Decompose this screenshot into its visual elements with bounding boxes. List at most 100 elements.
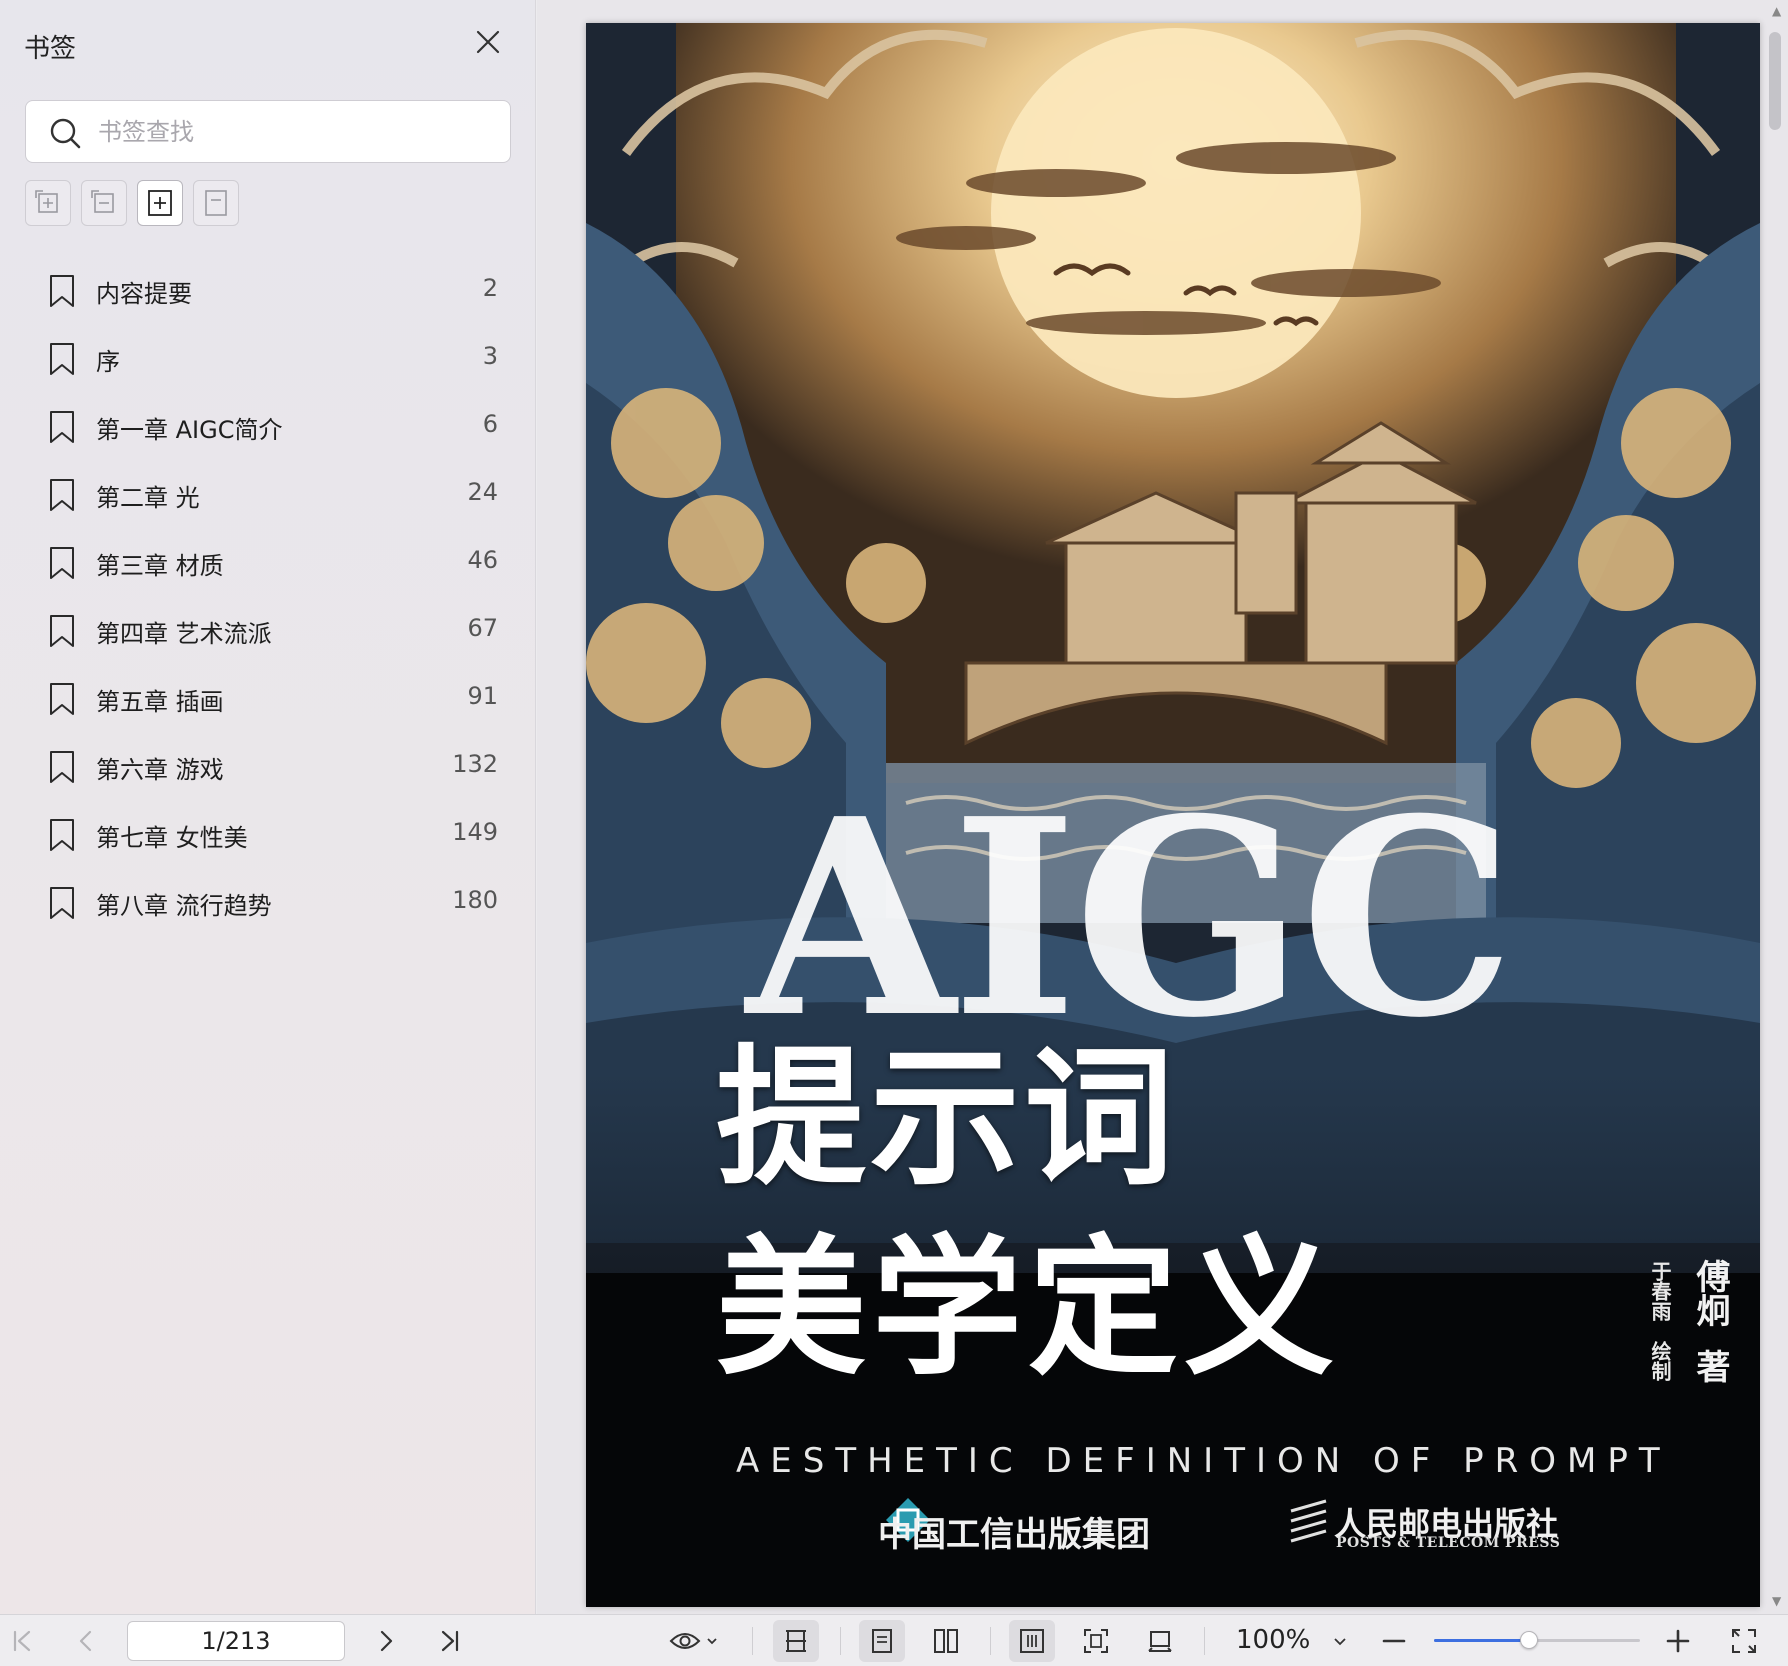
bookmark-icon [50,683,74,715]
publisher-group-name: 中国工信出版集团 [878,1515,1150,1555]
bookmark-page-number: 67 [467,614,498,642]
zoom-slider-fill [1434,1639,1529,1642]
first-page-button[interactable] [2,1621,42,1661]
two-page-button[interactable] [926,1621,966,1661]
vertical-scrollbar[interactable] [1766,0,1788,1614]
add-bookmark-icon [148,190,172,216]
zoom-slider[interactable] [1434,1631,1640,1649]
bookmark-page-number: 91 [467,682,498,710]
view-mode-dropdown[interactable] [664,1621,724,1661]
bookmark-page-number: 46 [467,546,498,574]
collapse-all-icon [91,190,114,213]
bookmark-icon [50,751,74,783]
rotate-icon [1148,1631,1172,1652]
bookmark-item[interactable]: 第七章 女性美 149 [0,800,536,868]
remove-bookmark-icon [205,190,227,216]
eye-icon [669,1633,701,1649]
chevron-down-icon [707,1638,717,1645]
document-viewport[interactable]: AIGC 提示词 美学定义 AESTHETIC DEFINITION OF PR… [537,0,1788,1614]
fullscreen-button[interactable] [1724,1621,1764,1661]
bookmark-page-number: 132 [452,750,498,778]
fit-height-button[interactable] [773,1620,819,1662]
add-bookmark-button[interactable] [137,180,183,226]
bookmark-item[interactable]: 第六章 游戏 132 [0,732,536,800]
zoom-dropdown-button[interactable] [1320,1621,1360,1661]
book-cover-page: AIGC 提示词 美学定义 AESTHETIC DEFINITION OF PR… [586,23,1760,1607]
collapse-all-button[interactable] [81,180,127,226]
fit-height-icon [786,1630,806,1652]
page-number-input[interactable] [127,1621,345,1661]
bookmark-label: 第四章 艺术流派 [96,620,272,648]
author-name: 傅炯 [1690,1259,1730,1327]
bookmark-icon [50,411,74,443]
bookmark-item[interactable]: 第一章 AIGC简介 6 [0,392,536,460]
zoom-slider-handle[interactable] [1519,1631,1538,1649]
cover-subtitle: AESTHETIC DEFINITION OF PROMPT [736,1441,1671,1481]
bookmark-item[interactable]: 序 3 [0,324,536,392]
bookmark-item[interactable]: 第五章 插画 91 [0,664,536,732]
publisher-name-en: POSTS & TELECOM PRESS [1336,1535,1561,1551]
bookmark-page-number: 2 [482,274,498,302]
toolbar-divider [752,1627,753,1655]
bookmark-page-number: 6 [482,410,498,438]
bookmark-item[interactable]: 第二章 光 24 [0,460,536,528]
bookmark-label: 序 [96,348,120,376]
toolbar-divider [990,1627,991,1655]
previous-page-button[interactable] [66,1621,106,1661]
fit-page-button[interactable] [1076,1621,1116,1661]
fit-page-icon [1084,1629,1108,1653]
bookmark-panel: 书签 书签查找 内容提要 2 序 3 第一章 AIGC简介 6 第二章 光 24… [0,0,536,1614]
bookmark-page-number: 149 [452,818,498,846]
illustrator-role: 绘制 [1648,1341,1672,1381]
bookmark-page-number: 3 [482,342,498,370]
last-page-button[interactable] [430,1621,470,1661]
bookmark-item[interactable]: 内容提要 2 [0,256,536,324]
minus-icon [1382,1639,1406,1643]
bookmark-list: 内容提要 2 序 3 第一章 AIGC简介 6 第二章 光 24 第三章 材质 … [0,256,536,936]
continuous-scroll-button[interactable] [1009,1620,1055,1662]
bookmark-search-box [25,100,511,163]
bookmark-label: 第七章 女性美 [96,824,248,852]
illustrator-name: 于春雨 [1648,1261,1672,1321]
search-icon [50,118,81,149]
bookmark-icon [50,343,74,375]
bookmark-search-input[interactable] [98,113,498,151]
bookmark-label: 第八章 流行趋势 [96,892,272,920]
zoom-level[interactable]: 100% [1236,1625,1310,1655]
zoom-out-button[interactable] [1374,1621,1414,1661]
bookmark-item[interactable]: 第四章 艺术流派 67 [0,596,536,664]
single-page-button[interactable] [859,1620,905,1662]
bottom-toolbar: 100% [0,1614,1788,1666]
zoom-in-button[interactable] [1658,1621,1698,1661]
bookmark-icon [50,887,74,919]
cover-title-line1: 提示词 [716,1030,1179,1206]
expand-all-button[interactable] [25,180,71,226]
bookmark-item[interactable]: 第八章 流行趋势 180 [0,868,536,936]
close-panel-button[interactable] [470,24,506,60]
panel-title: 书签 [24,34,77,64]
last-page-icon [441,1630,459,1652]
close-icon [476,30,500,54]
scroll-down-arrow-icon[interactable]: ▼ [1772,1594,1781,1608]
bookmark-label: 第五章 插画 [96,688,224,716]
bookmark-label: 第三章 材质 [96,552,224,580]
bookmark-page-number: 24 [467,478,498,506]
single-page-icon [872,1629,892,1653]
bookmark-toolbar [25,180,239,226]
toolbar-divider [840,1627,841,1655]
continuous-scroll-icon [1020,1629,1044,1653]
bookmark-icon [50,615,74,647]
remove-bookmark-button[interactable] [193,180,239,226]
bookmark-icon [50,547,74,579]
expand-all-icon [35,190,58,213]
fullscreen-icon [1732,1629,1756,1653]
scrollbar-thumb[interactable] [1769,32,1781,130]
cover-brand-text: AIGC [746,759,1515,1077]
author-role: 著 [1690,1349,1730,1383]
scroll-up-arrow-icon[interactable]: ▲ [1772,4,1781,18]
bookmark-label: 第一章 AIGC简介 [96,416,283,444]
bookmark-icon [50,479,74,511]
bookmark-item[interactable]: 第三章 材质 46 [0,528,536,596]
next-page-button[interactable] [366,1621,406,1661]
rotate-page-button[interactable] [1140,1621,1180,1661]
